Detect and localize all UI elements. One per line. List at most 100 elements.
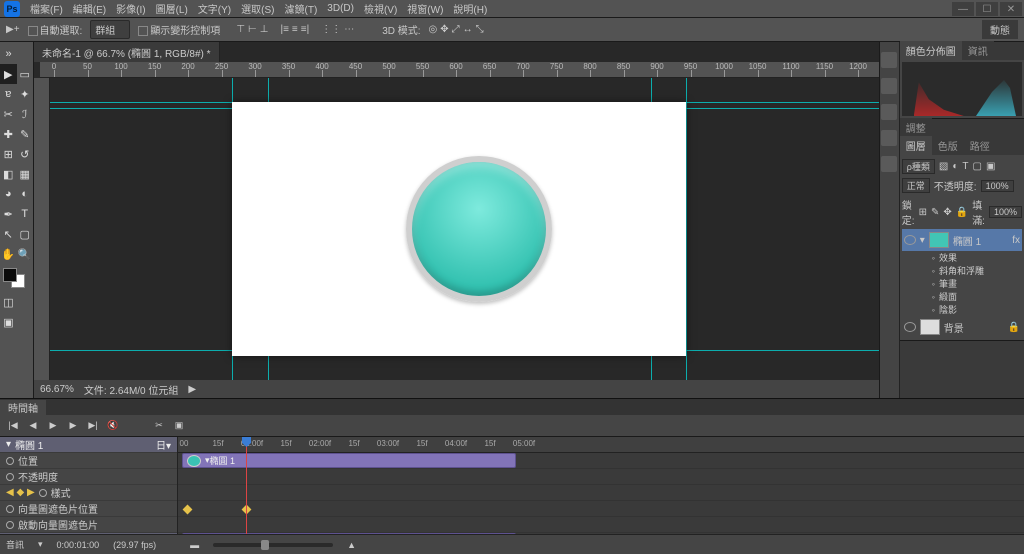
lasso-tool[interactable]: ɐ [0,84,17,104]
adjustments-tab[interactable]: 調整 [900,118,932,137]
lock-pixels-icon[interactable]: ✎ [931,207,939,218]
track-vectormask-enable[interactable]: 啟動向量圖遮色片 [0,517,177,533]
blend-mode-dropdown[interactable]: 正常 [902,178,930,193]
layer-thumb[interactable] [920,319,940,335]
align-vcenter-icon[interactable]: ⊢ [248,24,257,35]
track-style[interactable]: ◀ ◆ ▶樣式 [0,485,177,501]
histogram-tab[interactable]: 顏色分佈圖 [900,41,962,60]
fill-input[interactable]: 100% [989,206,1022,218]
history-brush-tool[interactable]: ↺ [17,144,34,164]
mute-button[interactable]: 🔇 [106,419,120,433]
filter-adjust-icon[interactable]: ◐ [952,161,958,172]
scale-icon[interactable]: ⤡ [476,24,484,35]
audio-chevron-icon[interactable]: ▾ [38,539,43,550]
info-tab[interactable]: 資訊 [962,41,994,60]
visibility-toggle[interactable] [904,235,916,245]
eraser-tool[interactable]: ◧ [0,164,17,184]
menu-view[interactable]: 檢視(V) [364,1,397,16]
menu-file[interactable]: 檔案(F) [30,1,63,16]
menu-filter[interactable]: 濾鏡(T) [285,1,318,16]
align-right-icon[interactable]: ≡| [301,24,309,35]
hand-tool[interactable]: ✋ [0,244,17,264]
heal-tool[interactable]: ✚ [0,124,17,144]
zoom-out-icon[interactable]: ▬ [190,540,199,550]
layer-item-ellipse[interactable]: ▾ 橢圓 1 fx [902,229,1022,251]
disclosure-triangle[interactable]: ▾ [920,235,925,246]
ellipse-shape[interactable] [406,156,552,302]
effect-bevel[interactable]: 斜角和浮雕 [902,264,1022,277]
timeline-layer-header[interactable]: ▾ 橢圓 1日▾ [0,437,177,453]
timeline-zoom-slider[interactable] [213,543,333,547]
zoom-in-icon[interactable]: ▲ [347,540,356,550]
distribute-icon[interactable]: ⋯ [344,24,354,35]
align-top-icon[interactable]: ⊤ [236,24,245,35]
transition-button[interactable]: ▣ [172,419,186,433]
path-tool[interactable]: ↖ [0,224,17,244]
window-minimize-button[interactable]: — [952,2,974,16]
layer-name[interactable]: 橢圓 1 [953,233,981,248]
doc-info[interactable]: 文件: 2.64M/0 位元組 [84,382,178,397]
menu-3d[interactable]: 3D(D) [327,3,354,14]
channels-tab[interactable]: 色版 [932,136,964,155]
split-button[interactable]: ✂ [152,419,166,433]
dolly-icon[interactable]: ⤢ [452,24,460,35]
timeline-tracks-area[interactable]: 0015f01:00f15f02:00f15f03:00f15f04:00f15… [178,437,1024,534]
window-close-button[interactable]: ✕ [1000,2,1022,16]
fx-badge[interactable]: fx [1012,235,1020,246]
filter-shape-icon[interactable]: ▢ [973,161,982,172]
effect-stroke[interactable]: 筆畫 [902,277,1022,290]
zoom-tool[interactable]: 🔍 [17,244,34,264]
type-tool[interactable]: T [17,204,34,224]
shape-tool[interactable]: ▢ [17,224,34,244]
play-button[interactable]: ▶ [46,419,60,433]
orbit-icon[interactable]: ◎ [429,24,438,35]
show-transform-checkbox[interactable] [138,26,148,36]
ruler-vertical[interactable] [34,78,50,380]
lock-all-icon[interactable]: 🔒 [956,207,968,218]
foreground-color[interactable] [3,268,17,282]
window-maximize-button[interactable]: ☐ [976,2,998,16]
timeline-ruler[interactable]: 0015f01:00f15f02:00f15f03:00f15f04:00f15… [178,437,1024,453]
prev-frame-button[interactable]: ◀ [26,419,40,433]
marquee-tool[interactable]: ▭ [17,64,34,84]
expand-toolbox-icon[interactable]: » [0,44,17,64]
color-swatches[interactable] [0,264,33,292]
paths-tab[interactable]: 路徑 [964,136,996,155]
effect-shadow[interactable]: 陰影 [902,303,1022,316]
menu-help[interactable]: 說明(H) [453,1,487,16]
filter-smart-icon[interactable]: ▣ [986,161,995,172]
clip-background[interactable]: ▸ 背景 [182,533,516,534]
workspace-tab[interactable]: 動態 [982,20,1018,39]
zoom-readout[interactable]: 66.67% [40,384,74,395]
menu-select[interactable]: 選取(S) [241,1,274,16]
effect-satin[interactable]: 緞面 [902,290,1022,303]
visibility-toggle[interactable] [904,322,916,332]
swatches-panel-icon[interactable] [881,78,897,94]
menu-edit[interactable]: 編輯(E) [73,1,106,16]
document-tab[interactable]: 未命名-1 @ 66.7% (橢圓 1, RGB/8#) * [34,42,220,62]
layer-name[interactable]: 背景 [944,320,964,335]
align-hcenter-icon[interactable]: ≡ [292,24,298,35]
layers-tab[interactable]: 圖層 [900,136,932,155]
guide-vertical[interactable] [686,78,687,380]
filter-pixel-icon[interactable]: ▧ [939,161,948,172]
gradient-tool[interactable]: ▦ [17,164,34,184]
filter-type-icon[interactable]: T [962,161,968,172]
screenmode-tool[interactable]: ▣ [0,312,17,332]
color-panel-icon[interactable] [881,52,897,68]
effects-header[interactable]: 效果 [902,251,1022,264]
distribute-icon[interactable]: ⋮⋮ [321,24,341,35]
info-chevron-icon[interactable]: ▶ [188,384,196,395]
clip-ellipse[interactable]: ▾ 橢圓 1 [182,453,516,468]
auto-select-checkbox[interactable] [28,26,38,36]
track-opacity[interactable]: 不透明度 [0,469,177,485]
layer-kind-filter[interactable]: ρ種類 [902,159,935,174]
wand-tool[interactable]: ✦ [17,84,34,104]
crop-tool[interactable]: ✂ [0,104,17,124]
stamp-tool[interactable]: ⊞ [0,144,17,164]
menu-type[interactable]: 文字(Y) [198,1,231,16]
eyedropper-tool[interactable]: ℐ [17,104,34,124]
layer-thumb[interactable] [929,232,949,248]
ruler-horizontal[interactable]: 0501001502002503003504004505005506006507… [40,62,879,78]
next-frame-button[interactable]: ▶ [66,419,80,433]
